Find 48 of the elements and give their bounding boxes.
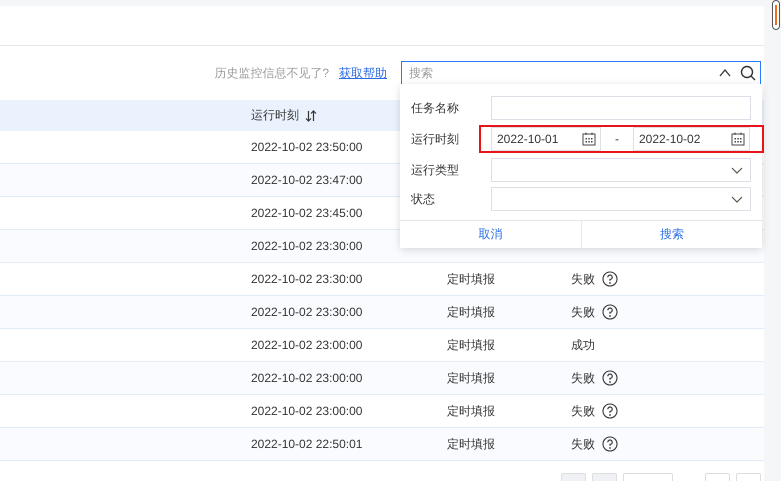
status-text: 失败 xyxy=(571,402,595,420)
table-cell-text: 2022-10-02 23:30:00 xyxy=(251,305,364,319)
status-text: 失败 xyxy=(571,270,595,288)
status-text: 成功 xyxy=(571,336,595,354)
search-icon[interactable] xyxy=(740,65,756,81)
table-cell-text: 定时填报 xyxy=(447,436,496,452)
help-icon[interactable] xyxy=(602,403,618,419)
search-button[interactable]: 搜索 xyxy=(582,221,762,248)
help-icon[interactable] xyxy=(602,271,618,287)
table-cell-text: 定时填报 xyxy=(447,402,496,420)
table-cell-text: 2022-10-02 23:50:00 xyxy=(251,140,364,154)
field-label: 运行时刻 xyxy=(411,130,460,148)
date-field[interactable]: 2022-10-01 xyxy=(491,127,601,151)
help-icon[interactable] xyxy=(602,436,618,452)
scrollbar[interactable] xyxy=(772,0,780,30)
table-cell-text: 2022-10-02 23:30:00 xyxy=(251,239,364,253)
help-icon[interactable] xyxy=(602,304,618,320)
table-cell-text: 2022-10-02 23:00:00 xyxy=(251,371,364,385)
calendar-icon[interactable] xyxy=(582,132,596,146)
cancel-button[interactable]: 取消 xyxy=(400,221,582,248)
table-cell-text: 定时填报 xyxy=(447,336,496,354)
table-cell-text: 定时填报 xyxy=(447,270,496,288)
column-header[interactable]: 运行时刻 xyxy=(251,107,299,124)
select-field[interactable] xyxy=(491,187,751,211)
help-icon[interactable] xyxy=(602,370,618,386)
field-label: 状态 xyxy=(411,190,436,208)
table-cell-text: 定时填报 xyxy=(447,370,496,386)
field-label: 运行类型 xyxy=(411,162,460,178)
table-cell-text: 2022-10-02 23:47:00 xyxy=(251,173,364,187)
input-field[interactable] xyxy=(491,96,751,120)
help-link[interactable]: 获取帮助 xyxy=(339,64,387,82)
help-text: 历史监控信息不见了? xyxy=(214,64,329,82)
sort-icon[interactable] xyxy=(305,110,317,122)
field-label: 任务名称 xyxy=(411,100,460,116)
table-cell-text: 2022-10-02 23:00:00 xyxy=(251,404,364,418)
search-field[interactable]: 搜索 xyxy=(402,65,718,81)
date-field[interactable]: 2022-10-02 xyxy=(633,127,750,151)
status-text: 失败 xyxy=(571,304,595,320)
select-field[interactable] xyxy=(491,158,751,182)
table-cell-text: 2022-10-02 23:30:00 xyxy=(251,272,364,286)
calendar-icon[interactable] xyxy=(731,132,745,146)
table-cell-text: 2022-10-02 22:50:01 xyxy=(251,437,364,451)
range-separator: - xyxy=(614,132,620,146)
table-cell-text: 2022-10-02 23:45:00 xyxy=(251,206,364,220)
status-text: 失败 xyxy=(571,370,595,386)
table-cell-text: 定时填报 xyxy=(447,304,496,320)
table-cell-text: 2022-10-02 23:00:00 xyxy=(251,338,364,352)
status-text: 失败 xyxy=(571,436,595,452)
